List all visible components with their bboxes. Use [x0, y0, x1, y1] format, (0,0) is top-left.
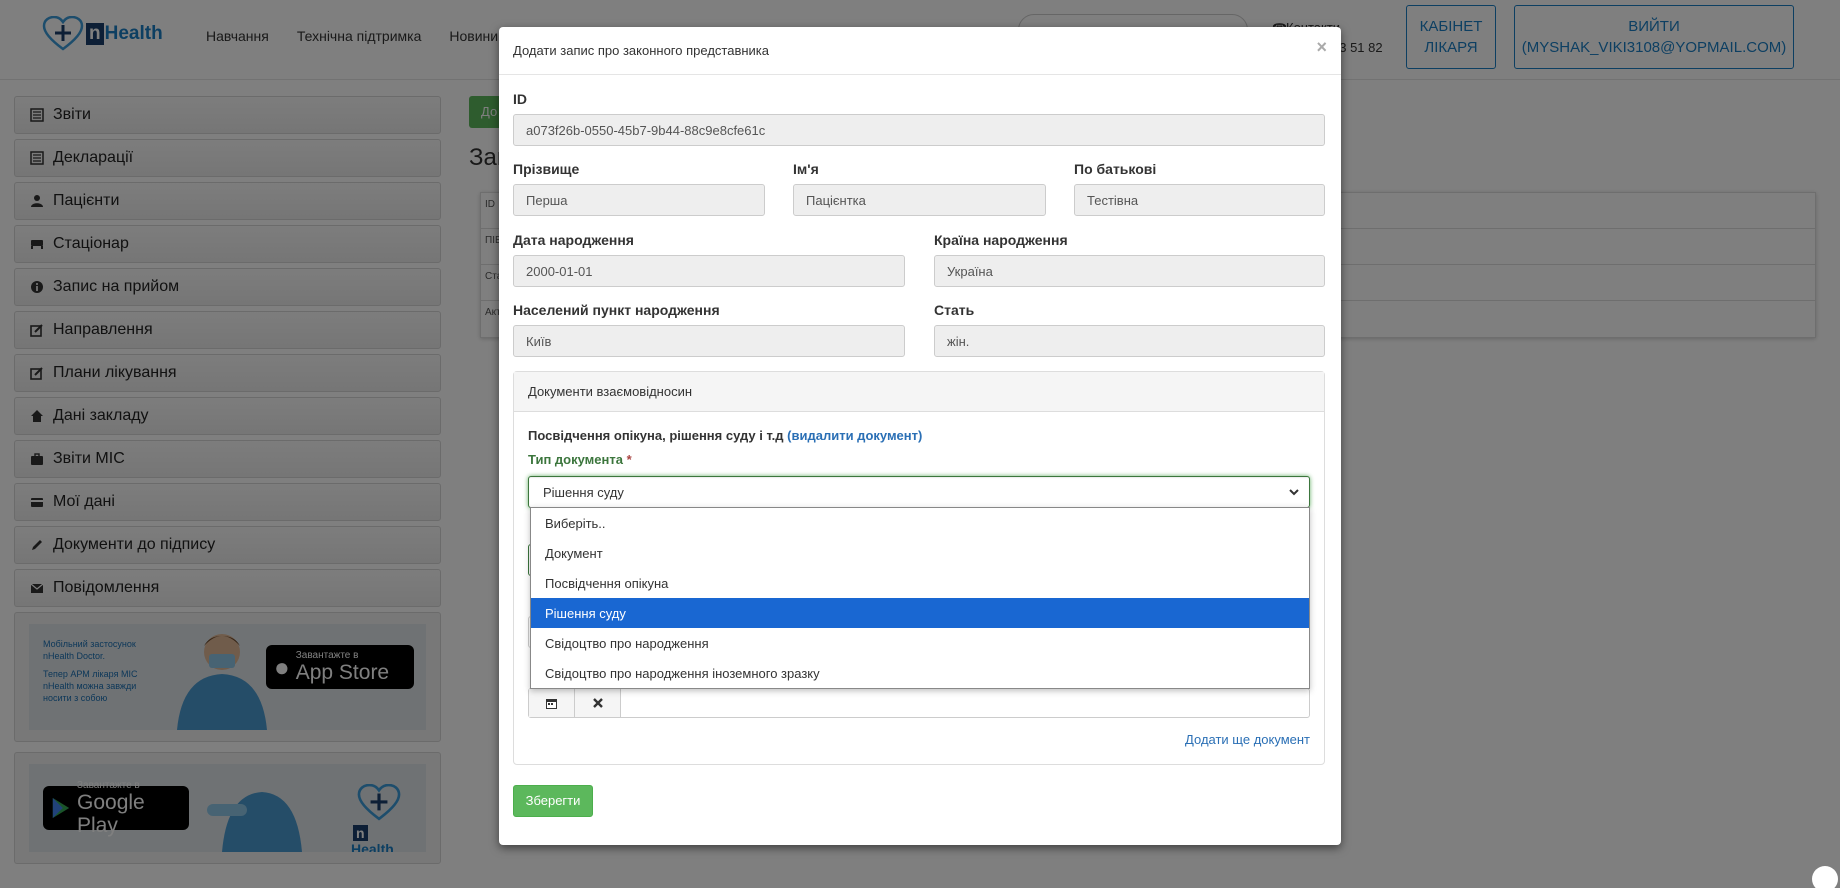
legal-representative-modal: Додати запис про законного представника … — [499, 27, 1341, 845]
dropdown-option[interactable]: Свідоцтво про народження іноземного зраз… — [531, 658, 1309, 688]
birth-place-field[interactable]: Київ — [513, 325, 905, 357]
close-icon[interactable]: × — [1316, 37, 1327, 58]
surname-field[interactable]: Перша — [513, 184, 765, 216]
add-document-link[interactable]: Додати ще документ — [1185, 732, 1310, 747]
gender-field[interactable]: жін. — [934, 325, 1325, 357]
birth-country-label: Країна народження — [934, 232, 1068, 248]
gender-label: Стать — [934, 302, 975, 318]
date-input-group[interactable] — [528, 688, 1310, 718]
modal-title: Додати запис про законного представника — [513, 43, 769, 58]
calendar-icon[interactable] — [529, 689, 575, 717]
assistant-icon[interactable] — [1812, 866, 1838, 888]
document-type-dropdown: Виберіть.. Документ Посвідчення опікуна … — [530, 507, 1310, 689]
name-field[interactable]: Пацієнтка — [793, 184, 1046, 216]
dropdown-option-selected[interactable]: Рішення суду — [531, 598, 1309, 628]
dropdown-option[interactable]: Виберіть.. — [531, 508, 1309, 538]
delete-document-link[interactable]: (видалити документ) — [787, 428, 922, 443]
date-input[interactable] — [621, 689, 1309, 717]
birthdate-field[interactable]: 2000-01-01 — [513, 255, 905, 287]
document-type-label: Тип документа * — [528, 452, 632, 467]
patronymic-label: По батькові — [1074, 161, 1157, 177]
surname-label: Прізвище — [513, 161, 580, 177]
panel-title: Документи взаємовідносин — [514, 372, 1324, 412]
id-field[interactable]: a073f26b-0550-45b7-9b44-88c9e8cfe61c — [513, 114, 1325, 146]
modal-header: Додати запис про законного представника … — [499, 27, 1341, 75]
clear-icon[interactable] — [575, 689, 621, 717]
patronymic-field[interactable]: Тестівна — [1074, 184, 1325, 216]
birth-place-label: Населений пункт народження — [513, 302, 720, 318]
name-label: Ім'я — [793, 161, 819, 177]
document-title: Посвідчення опікуна, рішення суду і т.д … — [528, 428, 923, 443]
dropdown-option[interactable]: Документ — [531, 538, 1309, 568]
dropdown-option[interactable]: Свідоцтво про народження — [531, 628, 1309, 658]
chevron-down-icon — [1289, 489, 1299, 496]
id-label: ID — [513, 91, 527, 107]
save-button[interactable]: Зберегти — [513, 785, 593, 817]
dropdown-option[interactable]: Посвідчення опікуна — [531, 568, 1309, 598]
birthdate-label: Дата народження — [513, 232, 634, 248]
birth-country-field[interactable]: Україна — [934, 255, 1325, 287]
document-type-select[interactable]: Рішення суду — [528, 476, 1310, 508]
